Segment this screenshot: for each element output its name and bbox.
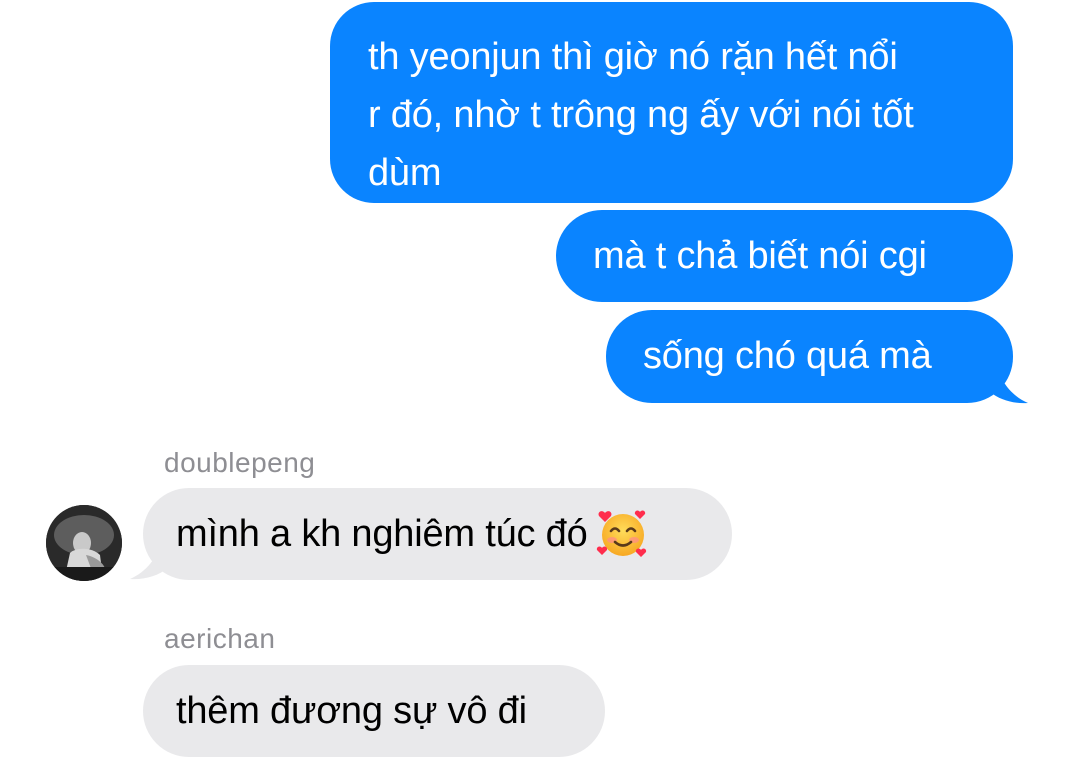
- sent-message-bubble[interactable]: sống chó quá mà: [606, 310, 1013, 403]
- avatar-photo-icon: [46, 505, 122, 581]
- smiling-face-with-hearts-icon: [596, 510, 646, 557]
- sent-message-bubble[interactable]: mà t chả biết nói cgi: [556, 210, 1013, 302]
- message-line: th yeonjun thì giờ nó rặn hết nổi: [368, 36, 898, 78]
- sender-name: aerichan: [164, 623, 276, 654]
- sent-message-bubble[interactable]: th yeonjun thì giờ nó rặn hết nổi r đó, …: [330, 2, 1013, 203]
- avatar[interactable]: [46, 505, 122, 581]
- received-message-bubble[interactable]: mình a kh nghiêm túc đó: [143, 488, 732, 580]
- sender-name: doublepeng: [164, 447, 316, 478]
- message-line: r đó, nhờ t trông ng ấy với nói tốt: [368, 94, 914, 136]
- received-message-bubble[interactable]: thêm đương sự vô đi: [143, 665, 605, 757]
- message-text: sống chó quá mà: [643, 335, 932, 377]
- message-text: mà t chả biết nói cgi: [593, 235, 927, 277]
- message-line: dùm: [368, 152, 442, 194]
- message-text: mình a kh nghiêm túc đó: [176, 513, 588, 555]
- message-text: thêm đương sự vô đi: [176, 690, 527, 732]
